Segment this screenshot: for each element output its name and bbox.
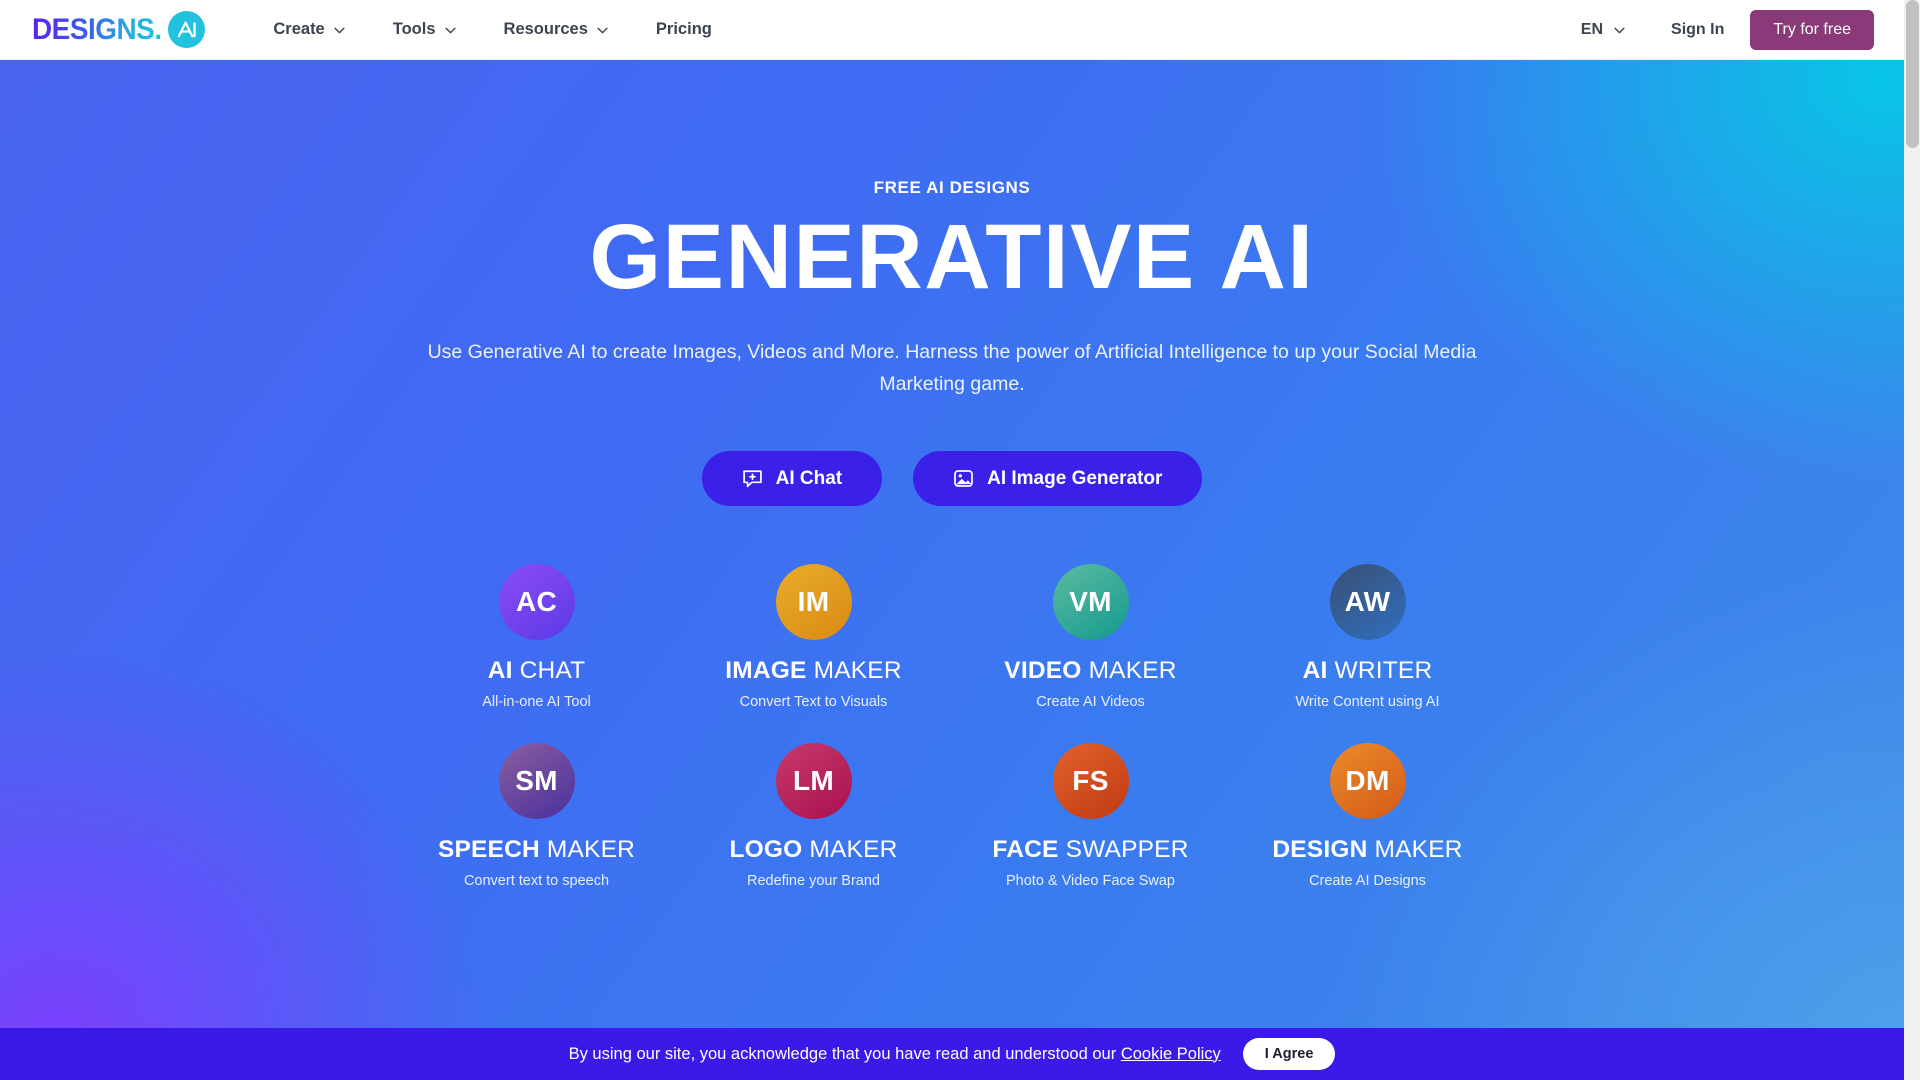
nav-item-tools-label: Tools	[392, 20, 436, 38]
tool-title-bold: VIDEO	[1004, 657, 1082, 685]
tool-title-face-swapper: FACE SWAPPER	[992, 836, 1188, 864]
tool-icon-speech-maker: SM	[498, 743, 575, 820]
tool-card-face-swapper[interactable]: FS FACE SWAPPER Photo & Video Face Swap	[952, 743, 1229, 889]
tool-subtitle-speech-maker: Convert text to speech	[463, 873, 610, 890]
site-logo[interactable]: DESIGNS.	[32, 10, 206, 50]
cookie-policy-link[interactable]: Cookie Policy	[1121, 1045, 1221, 1063]
tool-title-bold: SPEECH	[437, 836, 540, 864]
logo-ai-badge-icon	[168, 11, 206, 48]
tool-icon-design-maker: DM	[1329, 743, 1406, 820]
tool-icon-face-swapper: FS	[1052, 743, 1129, 820]
tool-title-image-maker: IMAGE MAKER	[725, 657, 901, 685]
tool-initials: AC	[515, 586, 558, 618]
tool-title-speech-maker: SPEECH MAKER	[438, 836, 635, 864]
try-for-free-button[interactable]: Try for free	[1750, 9, 1874, 50]
ai-image-generator-button[interactable]: AI Image Generator	[913, 451, 1203, 507]
sign-in-link[interactable]: Sign In	[1645, 21, 1750, 39]
tool-card-image-maker[interactable]: IM IMAGE MAKER Convert Text to Visuals	[675, 564, 952, 710]
tool-subtitle-ai-chat: All-in-one AI Tool	[482, 694, 591, 711]
nav-item-pricing-label: Pricing	[655, 20, 712, 38]
tool-subtitle-video-maker: Create AI Videos	[1036, 694, 1145, 711]
tool-icon-video-maker: VM	[1052, 564, 1129, 641]
nav-item-resources-label: Resources	[503, 20, 588, 38]
tool-title-logo-maker: LOGO MAKER	[729, 836, 897, 864]
tool-initials: IM	[797, 586, 830, 618]
page-scrollbar-thumb[interactable]	[1906, 0, 1919, 148]
chevron-down-icon	[597, 27, 608, 34]
tool-title-bold: LOGO	[729, 836, 803, 864]
tool-initials: VM	[1069, 586, 1112, 618]
page-scrollbar-track[interactable]	[1904, 0, 1920, 1080]
tool-title-light: SWAPPER	[1065, 836, 1189, 864]
tool-title-ai-writer: AI WRITER	[1303, 657, 1433, 685]
logo-wordmark: DESIGNS.	[32, 12, 162, 46]
page-title: GENERATIVE AI	[589, 206, 1315, 308]
hero-subtitle: Use Generative AI to create Images, Vide…	[427, 341, 1477, 395]
tool-title-light: MAKER	[809, 836, 898, 864]
tool-subtitle-face-swapper: Photo & Video Face Swap	[1005, 873, 1175, 890]
tool-initials: LM	[792, 765, 835, 797]
tool-subtitle-logo-maker: Redefine your Brand	[747, 873, 880, 890]
nav-item-resources[interactable]: Resources	[480, 0, 632, 60]
tool-title-video-maker: VIDEO MAKER	[1004, 657, 1176, 685]
nav-item-tools[interactable]: Tools	[369, 0, 480, 60]
cookie-banner-text: By using our site, you acknowledge that …	[569, 1045, 1221, 1064]
tool-title-bold: FACE	[992, 836, 1059, 864]
cookie-agree-button[interactable]: I Agree	[1242, 1038, 1336, 1070]
tool-title-light: MAKER	[813, 657, 902, 685]
tool-grid: AC AI CHAT All-in-one AI Tool IM IMAGE M…	[398, 564, 1506, 889]
tool-title-light: MAKER	[1374, 836, 1463, 864]
chevron-down-icon	[1614, 27, 1625, 34]
ai-chat-button-label: AI Chat	[775, 467, 843, 489]
language-selector-label: EN	[1580, 20, 1604, 38]
hero-section: FREE AI DESIGNS GENERATIVE AI Use Genera…	[0, 60, 1904, 1080]
hero-cta-row: AI Chat AI Image Generator	[701, 451, 1203, 507]
tool-title-bold: IMAGE	[725, 657, 807, 685]
tool-card-speech-maker[interactable]: SM SPEECH MAKER Convert text to speech	[398, 743, 675, 889]
tool-title-light: WRITER	[1334, 657, 1433, 685]
tool-title-light: CHAT	[519, 657, 586, 685]
tool-title-bold: AI	[487, 657, 513, 685]
tool-icon-ai-chat: AC	[498, 564, 575, 641]
cookie-consent-banner: By using our site, you acknowledge that …	[0, 1028, 1904, 1080]
nav-item-create[interactable]: Create	[249, 0, 368, 60]
ai-image-generator-button-label: AI Image Generator	[987, 467, 1163, 489]
tool-icon-logo-maker: LM	[775, 743, 852, 820]
tool-subtitle-image-maker: Convert Text to Visuals	[739, 694, 888, 711]
tool-initials: FS	[1072, 765, 1109, 797]
tool-icon-image-maker: IM	[775, 564, 852, 641]
nav-item-create-label: Create	[273, 20, 325, 38]
tool-initials: DM	[1345, 765, 1390, 797]
tool-card-ai-chat[interactable]: AC AI CHAT All-in-one AI Tool	[398, 564, 675, 710]
hero-eyebrow: FREE AI DESIGNS	[873, 178, 1031, 197]
language-selector[interactable]: EN	[1561, 21, 1645, 39]
tool-subtitle-ai-writer: Write Content using AI	[1295, 694, 1440, 711]
tool-title-light: MAKER	[1088, 657, 1177, 685]
tool-subtitle-design-maker: Create AI Designs	[1309, 873, 1426, 890]
tool-card-logo-maker[interactable]: LM LOGO MAKER Redefine your Brand	[675, 743, 952, 889]
chevron-down-icon	[334, 27, 345, 34]
tool-title-ai-chat: AI CHAT	[488, 657, 586, 685]
tool-title-light: MAKER	[546, 836, 636, 864]
tool-title-bold: AI	[1302, 657, 1328, 685]
primary-nav-links: Create Tools Resources Pricing	[249, 0, 735, 60]
top-navigation-bar: DESIGNS. Create Tools Resources Pricing …	[0, 0, 1904, 60]
image-icon	[953, 468, 974, 489]
nav-right-group: EN Sign In Try for free	[1561, 9, 1874, 50]
tool-card-video-maker[interactable]: VM VIDEO MAKER Create AI Videos	[952, 564, 1229, 710]
tool-title-design-maker: DESIGN MAKER	[1272, 836, 1462, 864]
tool-card-design-maker[interactable]: DM DESIGN MAKER Create AI Designs	[1229, 743, 1506, 889]
tool-card-ai-writer[interactable]: AW AI WRITER Write Content using AI	[1229, 564, 1506, 710]
tool-icon-ai-writer: AW	[1329, 564, 1406, 641]
nav-item-pricing[interactable]: Pricing	[632, 0, 736, 60]
chevron-down-icon	[444, 27, 456, 34]
tool-initials: AW	[1344, 586, 1391, 618]
ai-chat-button[interactable]: AI Chat	[701, 451, 883, 507]
chat-plus-icon	[742, 468, 763, 489]
tool-title-bold: DESIGN	[1272, 836, 1368, 864]
tool-initials: SM	[515, 765, 558, 797]
cookie-banner-message: By using our site, you acknowledge that …	[568, 1044, 1117, 1063]
